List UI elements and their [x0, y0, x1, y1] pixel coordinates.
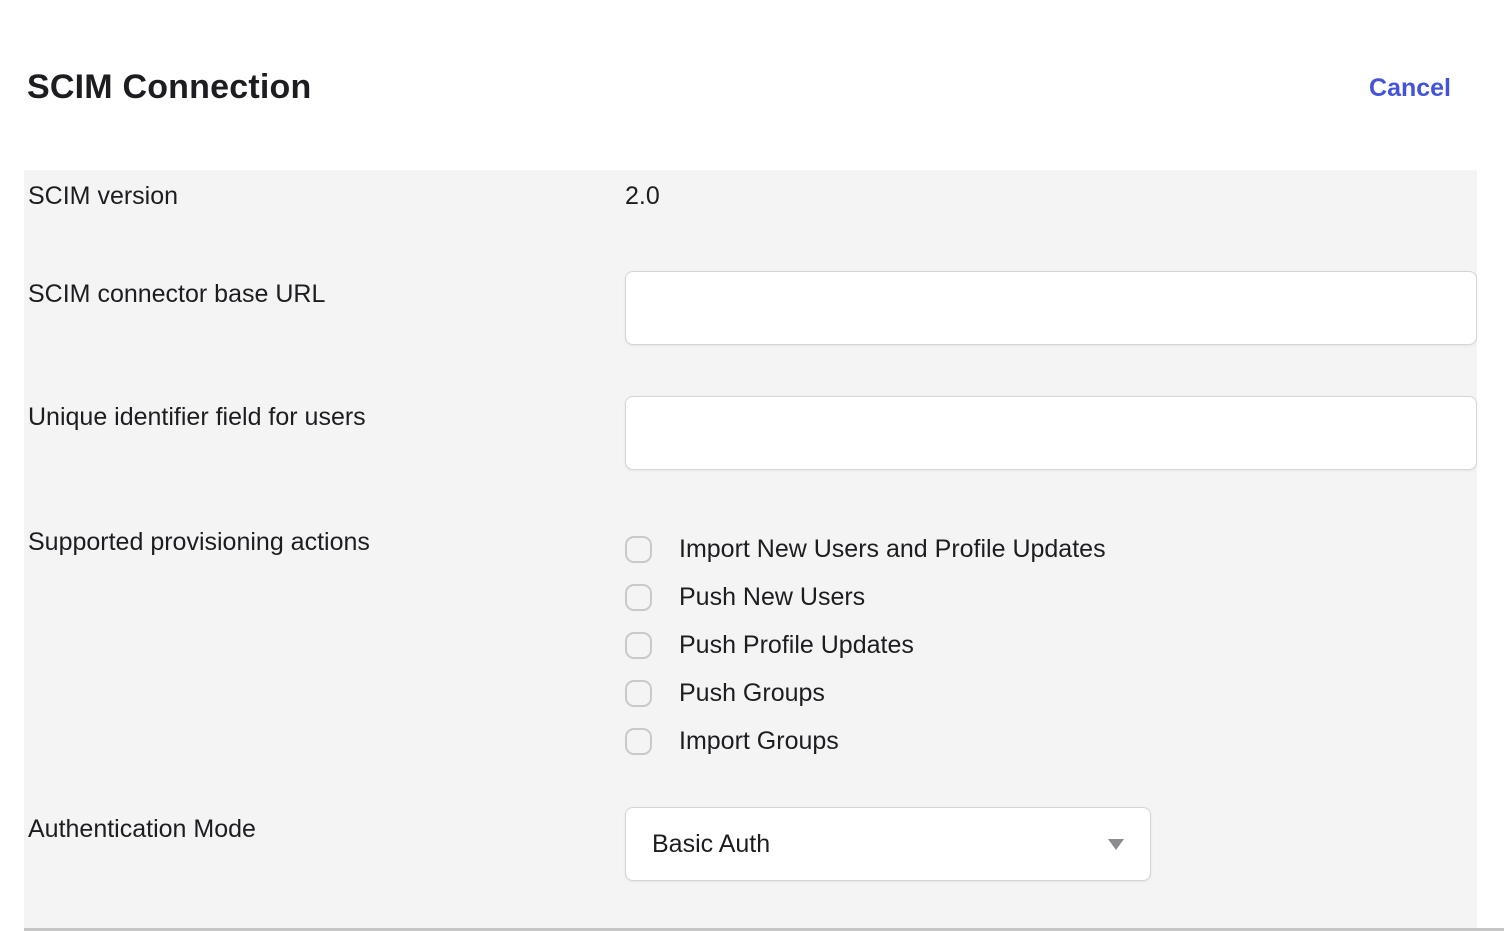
connector-base-url-input[interactable]: [625, 271, 1477, 345]
scim-connection-page: SCIM Connection Cancel SCIM version 2.0 …: [0, 0, 1504, 936]
checkbox-push-new-users[interactable]: [625, 584, 652, 611]
checkbox-row-push-profile-updates[interactable]: Push Profile Updates: [625, 621, 1106, 669]
page-title: SCIM Connection: [27, 68, 311, 107]
checkbox-label: Push Groups: [679, 679, 825, 707]
authentication-mode-select[interactable]: Basic Auth: [625, 807, 1151, 881]
checkbox-import-groups[interactable]: [625, 728, 652, 755]
scim-connection-form-panel: SCIM version 2.0 SCIM connector base URL…: [24, 170, 1477, 928]
checkbox-push-profile-updates[interactable]: [625, 632, 652, 659]
connector-base-url-label: SCIM connector base URL: [28, 280, 325, 308]
section-divider: [24, 928, 1504, 931]
provisioning-actions-label: Supported provisioning actions: [28, 528, 370, 556]
unique-identifier-label: Unique identifier field for users: [28, 403, 366, 431]
scim-version-value: 2.0: [625, 182, 660, 210]
chevron-down-icon: [1108, 839, 1124, 850]
provisioning-actions-group: Import New Users and Profile Updates Pus…: [625, 525, 1106, 765]
unique-identifier-input[interactable]: [625, 396, 1477, 470]
scim-version-label: SCIM version: [28, 182, 178, 210]
checkbox-row-push-groups[interactable]: Push Groups: [625, 669, 1106, 717]
checkbox-row-push-new-users[interactable]: Push New Users: [625, 573, 1106, 621]
checkbox-label: Import Groups: [679, 727, 839, 755]
checkbox-label: Push Profile Updates: [679, 631, 914, 659]
checkbox-label: Push New Users: [679, 583, 865, 611]
checkbox-push-groups[interactable]: [625, 680, 652, 707]
cancel-link[interactable]: Cancel: [1369, 74, 1451, 103]
checkbox-import-new-users[interactable]: [625, 536, 652, 563]
checkbox-label: Import New Users and Profile Updates: [679, 535, 1106, 563]
checkbox-row-import-new-users[interactable]: Import New Users and Profile Updates: [625, 525, 1106, 573]
checkbox-row-import-groups[interactable]: Import Groups: [625, 717, 1106, 765]
authentication-mode-label: Authentication Mode: [28, 815, 256, 843]
authentication-mode-selected-value: Basic Auth: [652, 830, 1108, 859]
